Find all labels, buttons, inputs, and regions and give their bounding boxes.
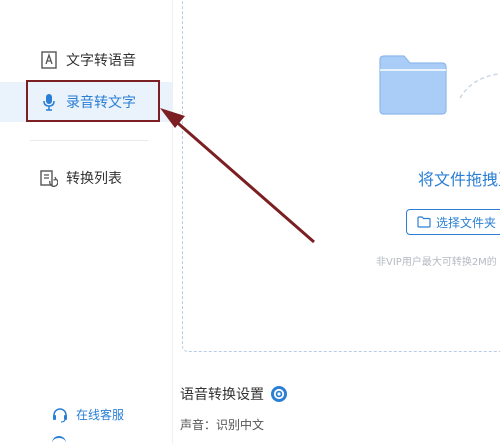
sidebar-item-convert-list[interactable]: 转换列表 [0, 158, 172, 198]
sound-setting: 声音：识别中文 [180, 418, 265, 432]
divider [30, 140, 148, 141]
drop-title: 将文件拖拽至 [418, 170, 500, 189]
settings-title-label: 语音转换设置 [180, 387, 264, 403]
text-document-icon [40, 51, 58, 69]
conversion-settings-title: 语音转换设置 [180, 384, 288, 404]
bottom-icon-partial [52, 436, 66, 446]
main-area: 将文件拖拽至 选择文件夹 非VIP用户最大可转换2M的 语音转换设置 声音：识别… [172, 0, 500, 444]
headset-icon [52, 407, 68, 423]
folder-outline-icon [417, 216, 431, 228]
highlight-box [26, 80, 160, 122]
choose-folder-button[interactable]: 选择文件夹 [406, 209, 500, 235]
convert-list-icon [40, 169, 58, 187]
dashed-curve [459, 73, 499, 99]
gear-icon[interactable] [270, 385, 288, 403]
sidebar-item-label: 文字转语音 [66, 53, 136, 69]
sidebar-item-text-to-speech[interactable]: 文字转语音 [0, 40, 172, 80]
sidebar-item-label: 转换列表 [66, 171, 122, 187]
size-limit-note: 非VIP用户最大可转换2M的 [376, 257, 497, 268]
customer-service-label: 在线客服 [76, 408, 125, 422]
customer-service-link[interactable]: 在线客服 [52, 406, 124, 423]
sidebar: 文字转语音 录音转文字 转换列表 在线客服 [0, 0, 173, 444]
folder-icon [378, 54, 448, 120]
choose-folder-label: 选择文件夹 [436, 215, 497, 230]
